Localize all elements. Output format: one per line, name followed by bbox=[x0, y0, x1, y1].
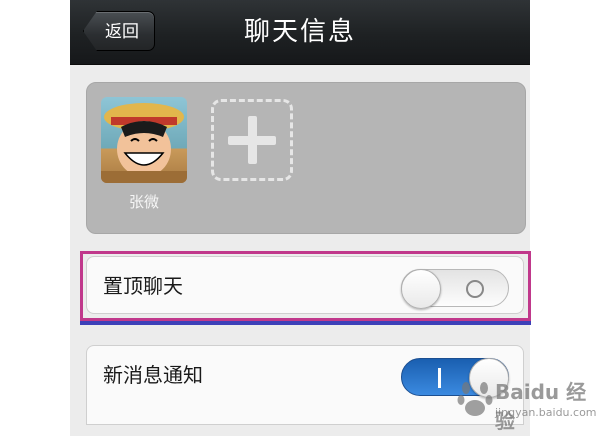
add-member-button[interactable] bbox=[211, 99, 293, 181]
new-message-notification-label: 新消息通知 bbox=[103, 363, 203, 387]
highlight-frame bbox=[80, 251, 531, 321]
members-panel: 张微 bbox=[86, 82, 526, 234]
paw-logo-icon bbox=[457, 382, 493, 416]
navigation-bar: 返回 聊天信息 bbox=[70, 0, 530, 65]
watermark-url: jingyan.baidu.com bbox=[495, 406, 597, 419]
phone-screen: 返回 聊天信息 张微 置顶聊天 新消息通知 bbox=[70, 0, 530, 436]
member-item[interactable]: 张微 bbox=[101, 97, 187, 212]
anime-avatar-icon[interactable] bbox=[101, 97, 187, 183]
watermark-text: Baidu 经验 bbox=[495, 380, 587, 433]
on-indicator-icon bbox=[438, 368, 441, 388]
member-name: 张微 bbox=[128, 193, 159, 211]
watermark: Baidu 经验 jingyan.baidu.com bbox=[455, 376, 597, 433]
page-title: 聊天信息 bbox=[243, 17, 356, 47]
